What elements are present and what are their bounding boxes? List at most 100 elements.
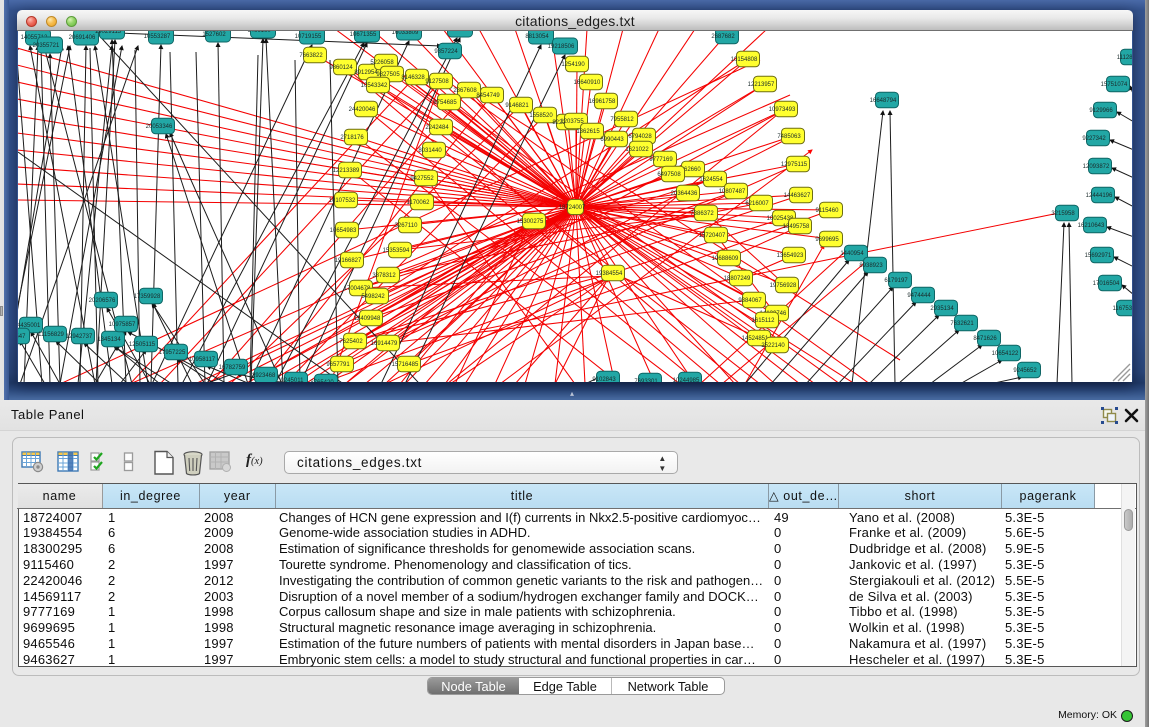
svg-text:5498242: 5498242 <box>361 294 385 300</box>
svg-text:11156829: 11156829 <box>38 332 64 338</box>
svg-text:2935134: 2935134 <box>930 306 954 312</box>
svg-text:9127508: 9127508 <box>425 79 449 85</box>
svg-text:18807249: 18807249 <box>724 276 751 282</box>
svg-text:3267110: 3267110 <box>395 223 419 229</box>
svg-text:15353594: 15353594 <box>383 248 410 254</box>
svg-text:10154808: 10154808 <box>731 57 758 63</box>
svg-text:9357224: 9357224 <box>434 49 458 55</box>
svg-text:10244985: 10244985 <box>673 378 700 382</box>
svg-text:1558520: 1558520 <box>529 113 553 119</box>
svg-text:2867608: 2867608 <box>453 88 477 94</box>
svg-text:9427552: 9427552 <box>410 176 434 182</box>
svg-text:1624554: 1624554 <box>699 177 723 183</box>
svg-text:8471626: 8471626 <box>973 336 997 342</box>
svg-text:19756928: 19756928 <box>770 283 797 289</box>
svg-text:17359928: 17359928 <box>134 294 161 300</box>
svg-text:7625402: 7625402 <box>339 339 363 345</box>
svg-text:20206576: 20206576 <box>89 298 116 304</box>
svg-text:2522140: 2522140 <box>761 343 785 349</box>
svg-text:24420046: 24420046 <box>349 107 376 113</box>
svg-text:20364436: 20364436 <box>671 191 698 197</box>
svg-text:6794028: 6794028 <box>628 134 652 140</box>
svg-text:9245011: 9245011 <box>281 378 305 382</box>
svg-text:9699695: 9699695 <box>815 237 839 243</box>
svg-text:3911547: 3911547 <box>18 334 26 340</box>
svg-text:1527602: 1527602 <box>202 32 226 38</box>
svg-text:7663822: 7663822 <box>299 53 323 59</box>
svg-text:15300275: 15300275 <box>517 219 544 225</box>
svg-text:10653809: 10653809 <box>443 31 470 33</box>
svg-text:16782759: 16782759 <box>219 365 246 371</box>
svg-text:10671355: 10671355 <box>350 32 377 38</box>
svg-text:2242484: 2242484 <box>425 125 449 131</box>
svg-text:12975115: 12975115 <box>781 162 808 168</box>
svg-text:15720407: 15720407 <box>699 233 726 239</box>
svg-text:18724007: 18724007 <box>559 205 586 211</box>
svg-text:16648794: 16648794 <box>870 98 897 104</box>
svg-text:8765420: 8765420 <box>310 380 334 382</box>
svg-text:10975857: 10975857 <box>109 322 136 328</box>
svg-text:9146821: 9146821 <box>505 103 529 109</box>
svg-text:2687682: 2687682 <box>711 34 735 40</box>
svg-text:1621022: 1621022 <box>625 147 649 153</box>
svg-text:9474444: 9474444 <box>907 293 931 299</box>
svg-text:20355721: 20355721 <box>33 43 60 49</box>
svg-text:9245652: 9245652 <box>1013 368 1037 374</box>
svg-text:16210643: 16210643 <box>1078 223 1105 229</box>
svg-text:16033809: 16033809 <box>392 31 419 36</box>
svg-text:12923468: 12923468 <box>249 373 276 379</box>
svg-text:9657791: 9657791 <box>326 362 350 368</box>
svg-text:14463627: 14463627 <box>784 193 811 199</box>
svg-text:19218506: 19218506 <box>548 44 575 50</box>
svg-text:19384554: 19384554 <box>596 271 623 277</box>
svg-text:7632621: 7632621 <box>950 321 974 327</box>
svg-text:16640910: 16640910 <box>574 80 601 86</box>
svg-text:1167533: 1167533 <box>1113 306 1132 312</box>
svg-text:16914479: 16914479 <box>371 341 398 347</box>
svg-text:1254190: 1254190 <box>561 62 585 68</box>
svg-text:1362615: 1362615 <box>576 129 600 135</box>
svg-text:8146328: 8146328 <box>401 75 425 81</box>
svg-text:20053346: 20053346 <box>146 124 173 130</box>
svg-text:9129966: 9129966 <box>1089 108 1113 114</box>
svg-text:12942737: 12942737 <box>66 334 93 340</box>
svg-text:9115460: 9115460 <box>816 208 840 214</box>
svg-text:9102843: 9102843 <box>592 377 616 382</box>
svg-text:1170062: 1170062 <box>407 200 431 206</box>
svg-text:12505115: 12505115 <box>129 342 156 348</box>
svg-text:9777169: 9777169 <box>649 157 673 163</box>
svg-text:15751074: 15751074 <box>1101 82 1128 88</box>
svg-text:10807487: 10807487 <box>719 189 746 195</box>
svg-text:6216007: 6216007 <box>745 201 769 207</box>
svg-text:8938923: 8938923 <box>859 263 883 269</box>
svg-text:8454749: 8454749 <box>476 93 500 99</box>
svg-text:6179197: 6179197 <box>884 278 908 284</box>
svg-text:13654923: 13654923 <box>777 253 804 259</box>
svg-text:9227342: 9227342 <box>1082 136 1106 142</box>
svg-text:10654122: 10654122 <box>992 351 1019 357</box>
svg-text:19166827: 19166827 <box>335 258 362 264</box>
svg-text:3215958: 3215958 <box>1051 211 1075 217</box>
svg-text:10973493: 10973493 <box>769 107 796 113</box>
svg-text:12444196: 12444196 <box>1086 193 1113 199</box>
svg-text:6990443: 6990443 <box>600 137 624 143</box>
svg-text:8813054: 8813054 <box>525 34 549 40</box>
svg-text:14524851: 14524851 <box>742 336 769 342</box>
svg-text:12409948: 12409948 <box>354 316 381 322</box>
svg-text:1615112: 1615112 <box>752 318 776 324</box>
svg-text:6466160: 6466160 <box>247 31 271 34</box>
svg-text:12213389: 12213389 <box>333 168 360 174</box>
svg-text:17016504: 17016504 <box>1093 281 1120 287</box>
svg-text:10107532: 10107532 <box>329 198 356 204</box>
svg-text:7693301: 7693301 <box>634 379 658 382</box>
svg-text:1203755: 1203755 <box>560 119 584 125</box>
svg-text:9860124: 9860124 <box>329 65 353 71</box>
svg-text:15716485: 15716485 <box>392 362 419 368</box>
svg-text:3878312: 3878312 <box>372 273 396 279</box>
svg-text:16961758: 16961758 <box>589 99 616 105</box>
svg-text:10688609: 10688609 <box>712 256 739 262</box>
svg-text:20691406: 20691406 <box>69 35 96 41</box>
svg-text:7955812: 7955812 <box>610 117 634 123</box>
svg-text:10958117: 10958117 <box>189 357 216 363</box>
svg-text:10719155: 10719155 <box>295 34 322 40</box>
